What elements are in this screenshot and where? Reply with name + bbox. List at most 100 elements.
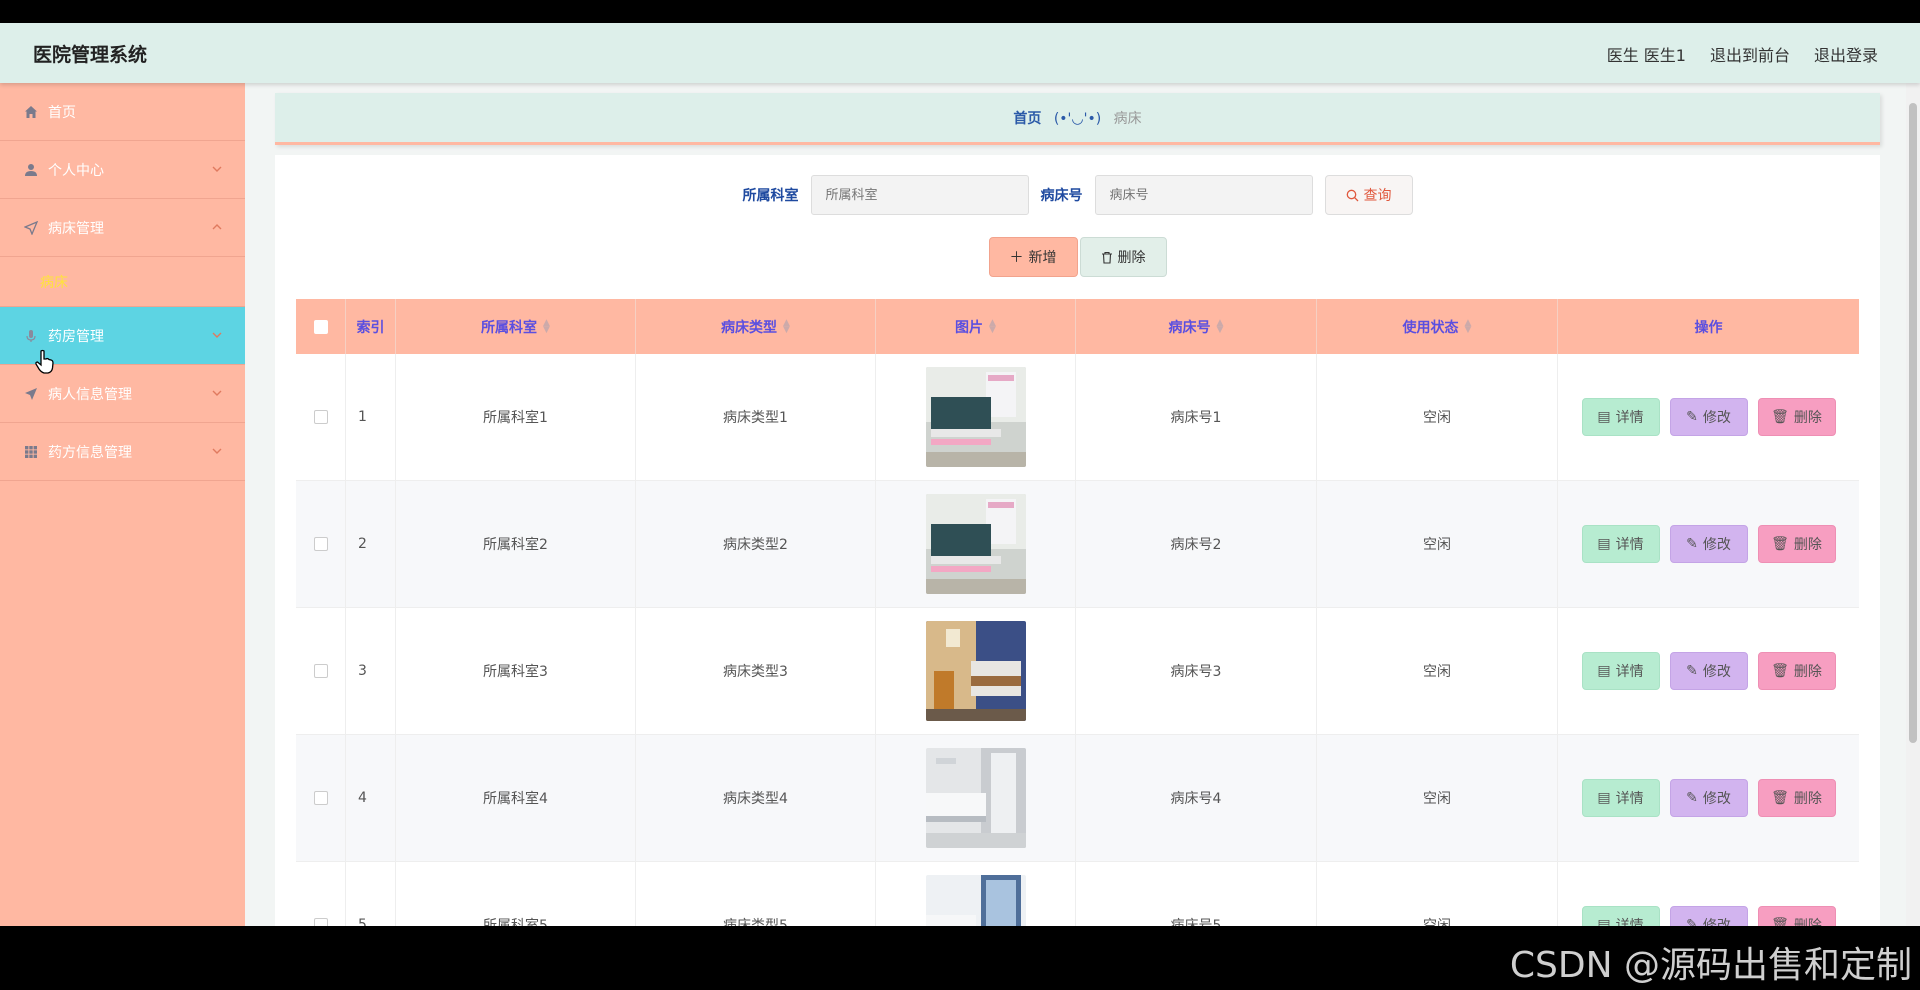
delete-button[interactable]: 🗑 删除 <box>1757 525 1836 563</box>
sort-icon: ▲ ▼ <box>543 317 550 335</box>
cell-status: 空闲 <box>1317 608 1558 734</box>
cell-status: 空闲 <box>1317 735 1558 861</box>
row-checkbox[interactable] <box>313 410 328 424</box>
edit-button[interactable]: ✎ 修改 <box>1669 652 1748 690</box>
bed-no-search-input[interactable] <box>1094 175 1313 215</box>
row-select-cell <box>296 354 346 480</box>
bed-photo[interactable] <box>925 494 1026 594</box>
select-all-checkbox[interactable] <box>313 319 328 334</box>
row-checkbox[interactable] <box>313 791 328 805</box>
delete-label: 删除 <box>1793 410 1822 426</box>
chevron-down-icon <box>212 448 222 454</box>
document-icon: ▤ <box>1597 536 1611 552</box>
table-header: 索引 所属科室 ▲ ▼ 病床类型 ▲ ▼ 图片 ▲ ▼ 病床号 ▲ ▼ 使用状态 ▲ ▼ 操作 <box>296 299 1859 354</box>
dept-search-input[interactable] <box>810 175 1029 215</box>
cell-image <box>876 735 1076 861</box>
col-bed-type[interactable]: 病床类型 ▲ ▼ <box>636 299 876 354</box>
app-title: 医院管理系统 <box>33 44 148 66</box>
app-window: 医院管理系统 医生 医生1 退出到前台 退出登录 首页 个人中心 病床管理 病床… <box>0 23 1920 926</box>
edit-button[interactable]: ✎ 修改 <box>1669 525 1748 563</box>
sidebar-subitem-bed[interactable]: 病床 <box>0 257 245 307</box>
trash-icon: 🗑 <box>1771 663 1789 679</box>
cell-bed-no: 病床号1 <box>1076 354 1317 480</box>
cell-bed-no: 病床号4 <box>1076 735 1317 861</box>
row-checkbox[interactable] <box>313 537 328 551</box>
breadcrumb-home[interactable]: 首页 <box>1013 111 1041 127</box>
search-icon <box>1346 189 1358 201</box>
scrollbar-thumb[interactable] <box>1909 103 1917 743</box>
breadcrumb-separator: (•'◡'•) <box>1053 111 1102 127</box>
dept-label: 所属科室 <box>742 188 799 204</box>
bed-photo[interactable] <box>925 367 1026 467</box>
cell-bed-no: 病床号3 <box>1076 608 1317 734</box>
sidebar-item-bed-management[interactable]: 病床管理 <box>0 199 245 257</box>
detail-button[interactable]: ▤ 详情 <box>1581 652 1660 690</box>
search-bar: 所属科室 病床号 查询 <box>275 175 1880 215</box>
document-icon: ▤ <box>1597 409 1611 425</box>
col-bed-no[interactable]: 病床号 ▲ ▼ <box>1076 299 1317 354</box>
delete-button[interactable]: 🗑 删除 <box>1757 398 1836 436</box>
detail-button[interactable]: ▤ 详情 <box>1581 779 1660 817</box>
col-status[interactable]: 使用状态 ▲ ▼ <box>1317 299 1558 354</box>
chevron-down-icon <box>212 332 222 338</box>
delete-label: 删除 <box>1793 537 1822 553</box>
top-header: 医院管理系统 医生 医生1 退出到前台 退出登录 <box>0 23 1920 83</box>
current-user-label[interactable]: 医生 医生1 <box>1607 42 1686 66</box>
edit-button[interactable]: ✎ 修改 <box>1669 906 1748 926</box>
cell-bed-type: 病床类型4 <box>636 735 876 861</box>
cell-dept: 所属科室2 <box>396 481 636 607</box>
cell-image <box>876 608 1076 734</box>
delete-button[interactable]: 🗑 删除 <box>1757 906 1836 926</box>
row-select-cell <box>296 608 346 734</box>
detail-button[interactable]: ▤ 详情 <box>1581 525 1660 563</box>
row-checkbox[interactable] <box>313 664 328 678</box>
mouse-pointer-icon <box>35 349 54 374</box>
pencil-icon: ✎ <box>1686 663 1698 679</box>
sidebar-item-home[interactable]: 首页 <box>0 83 245 141</box>
pencil-icon: ✎ <box>1686 409 1698 425</box>
query-button[interactable]: 查询 <box>1324 175 1413 215</box>
add-button[interactable]: ＋ 新增 <box>988 237 1078 277</box>
page-scrollbar[interactable] <box>1906 83 1920 926</box>
detail-button[interactable]: ▤ 详情 <box>1581 398 1660 436</box>
cell-ops: ▤ 详情 ✎ 修改 🗑 删除 <box>1558 608 1859 734</box>
edit-button[interactable]: ✎ 修改 <box>1669 398 1748 436</box>
user-icon <box>22 161 40 179</box>
col-image[interactable]: 图片 ▲ ▼ <box>876 299 1076 354</box>
row-checkbox[interactable] <box>313 918 328 926</box>
delete-label: 删除 <box>1117 250 1146 266</box>
cell-image <box>876 354 1076 480</box>
edit-button[interactable]: ✎ 修改 <box>1669 779 1748 817</box>
sort-icon: ▲ ▼ <box>1216 317 1224 335</box>
cell-status: 空闲 <box>1317 354 1558 480</box>
col-dept[interactable]: 所属科室 ▲ ▼ <box>396 299 636 354</box>
sort-icon: ▲ ▼ <box>989 317 996 335</box>
col-bed-no-label: 病床号 <box>1168 319 1211 336</box>
delete-button[interactable]: 🗑 删除 <box>1757 652 1836 690</box>
bed-table: 索引 所属科室 ▲ ▼ 病床类型 ▲ ▼ 图片 ▲ ▼ 病床号 ▲ ▼ 使用状态 ▲ ▼ 操作 1所… <box>296 299 1859 926</box>
bed-photo[interactable] <box>925 875 1026 926</box>
table-row: 2 所属科室2 病床类型2 病床号2 空闲 ▤ 详情 ✎ 修改 🗑 删除 <box>296 481 1859 608</box>
cell-image <box>876 862 1076 926</box>
logout-link[interactable]: 退出登录 <box>1814 42 1878 66</box>
watermark-text: CSDN @源码出售和定制 <box>1509 945 1912 986</box>
bed-photo[interactable] <box>925 621 1026 721</box>
chevron-down-icon <box>212 390 222 396</box>
batch-delete-button[interactable]: 删除 <box>1079 237 1167 277</box>
detail-button[interactable]: ▤ 详情 <box>1581 906 1660 926</box>
document-icon: ▤ <box>1597 917 1611 926</box>
exit-to-front-link[interactable]: 退出到前台 <box>1710 42 1790 66</box>
sidebar-item-prescription-info[interactable]: 药方信息管理 <box>0 423 245 481</box>
cell-status: 空闲 <box>1317 862 1558 926</box>
cell-status: 空闲 <box>1317 481 1558 607</box>
delete-button[interactable]: 🗑 删除 <box>1757 779 1836 817</box>
chevron-down-icon <box>212 166 222 172</box>
row-select-cell <box>296 735 346 861</box>
grid-icon <box>22 443 40 461</box>
col-dept-label: 所属科室 <box>481 319 538 336</box>
cell-index: 4 <box>346 735 396 861</box>
sidebar-item-personal-center[interactable]: 个人中心 <box>0 141 245 199</box>
bed-photo[interactable] <box>925 748 1026 848</box>
screen-top-border <box>0 0 1920 23</box>
cell-dept: 所属科室5 <box>396 862 636 926</box>
